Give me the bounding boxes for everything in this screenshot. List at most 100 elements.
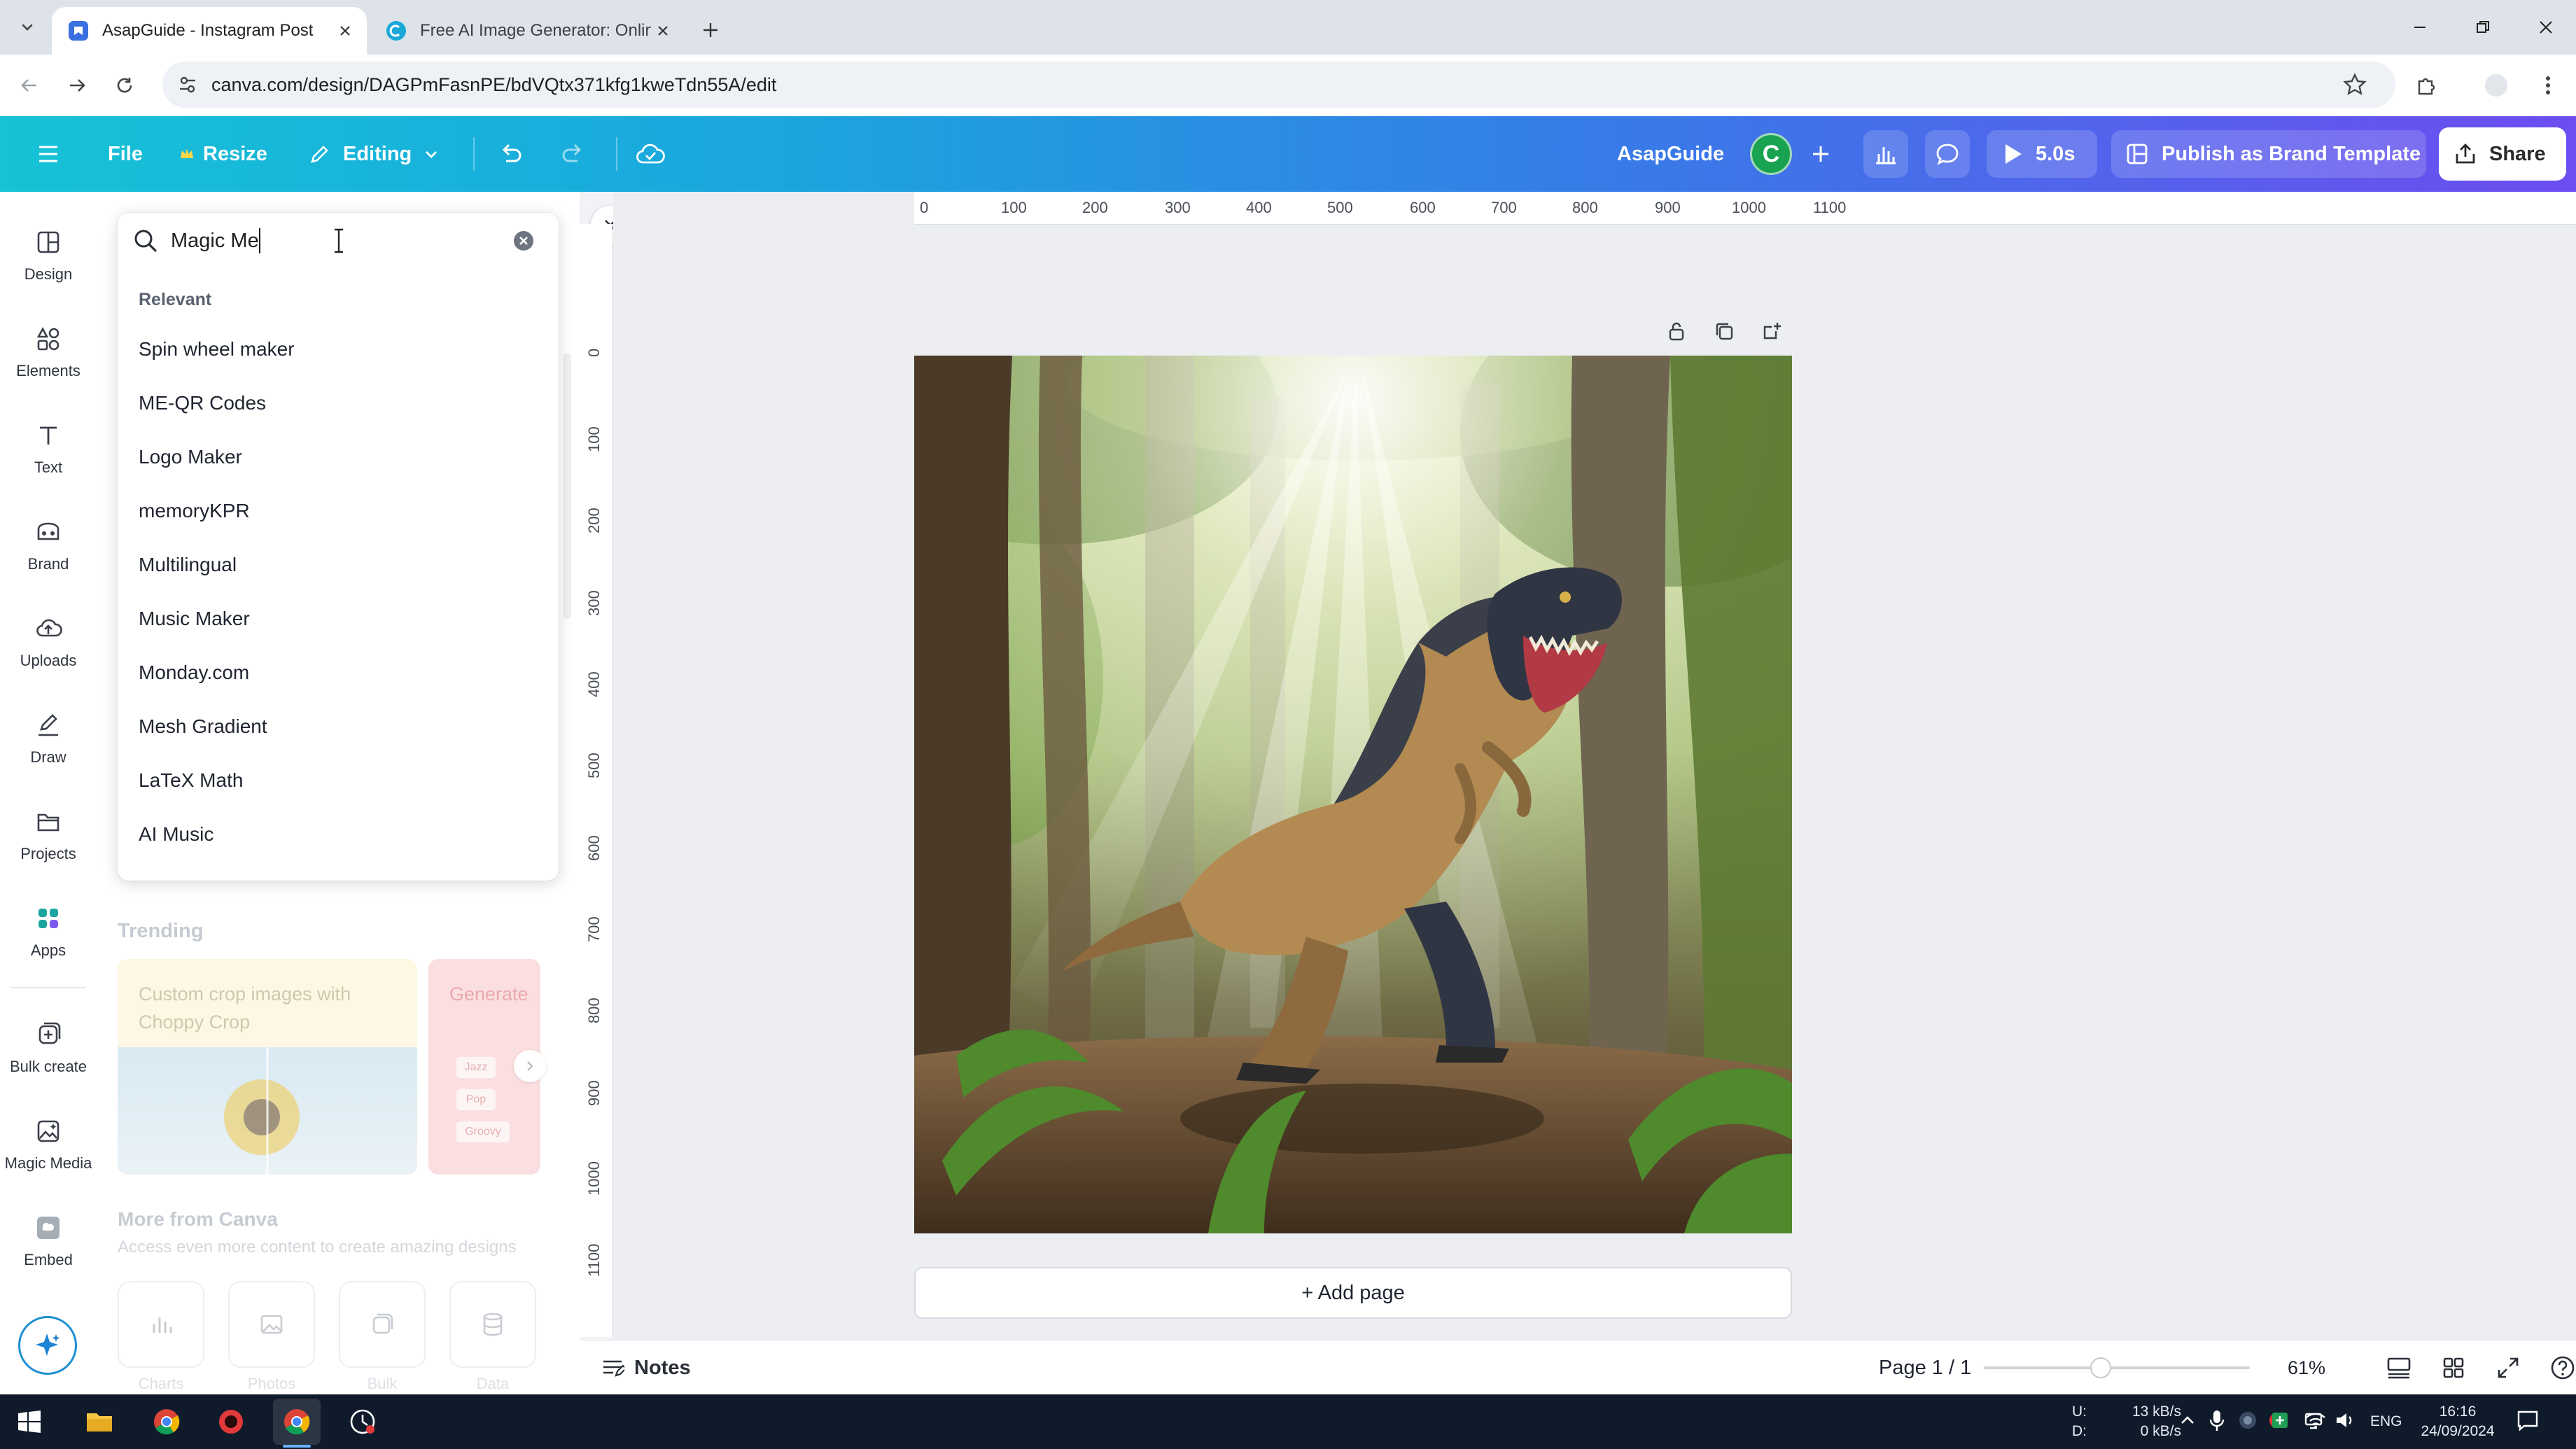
more-item-charts[interactable] [118,1281,204,1368]
add-page-top-button[interactable] [1756,315,1788,347]
redo-button[interactable] [554,135,592,173]
comment-icon [1934,141,1961,167]
browser-tab[interactable]: Free AI Image Generator: Onlin [370,7,685,55]
panel-scrollbar[interactable] [563,353,571,619]
input-language[interactable]: ENG [2370,1413,2402,1431]
ruler-label: 200 [585,507,603,533]
taskbar-file-explorer[interactable] [76,1399,123,1445]
clock-date[interactable]: 24/09/2024 [2412,1422,2503,1441]
canva-assistant-button[interactable] [18,1316,77,1375]
tray-app-icon[interactable] [2237,1410,2258,1431]
share-button[interactable]: Share [2439,127,2566,181]
comments-button[interactable] [1925,130,1970,178]
tab-search-button[interactable] [10,10,45,45]
more-item-bulk[interactable] [339,1281,426,1368]
zoom-percentage[interactable]: 61% [2288,1340,2325,1395]
carousel-next-button[interactable] [514,1050,546,1082]
invite-button[interactable] [1802,135,1840,173]
clock-time[interactable]: 16:16 [2419,1403,2496,1421]
resize-button[interactable]: Resize [179,116,267,192]
page-indicator[interactable]: Page 1 / 1 [1879,1340,1971,1395]
rail-item-text[interactable]: Text [0,405,97,489]
more-from-canva-subtitle: Access even more content to create amazi… [118,1238,517,1256]
minimize-button[interactable] [2388,7,2451,48]
taskbar-clock-app[interactable] [339,1399,386,1445]
design-title[interactable]: AsapGuide [1617,116,1724,192]
bookmark-star-icon[interactable] [2342,72,2367,97]
browser-tab-active[interactable]: AsapGuide - Instagram Post [52,7,367,55]
start-button[interactable] [6,1399,53,1445]
rail-item-bulk-create[interactable]: Bulk create [0,1004,97,1088]
tray-overflow-chevron-icon[interactable] [2177,1410,2198,1431]
close-tab-icon[interactable] [333,19,357,43]
present-button[interactable]: 5.0s [1987,130,2097,178]
apps-search-dropdown: Magic Me Relevant Spin wheel maker ME-QR… [118,213,559,881]
taskbar-chrome-active[interactable] [273,1399,321,1445]
notification-center-icon[interactable] [2516,1408,2540,1432]
rail-item-embed[interactable]: Embed [0,1197,97,1281]
microphone-icon[interactable] [2208,1408,2226,1434]
zoom-slider-handle[interactable] [2090,1357,2112,1378]
site-info-icon[interactable] [176,74,199,96]
more-item-photos[interactable] [228,1281,315,1368]
suggestion-item[interactable]: Multilingual [139,538,538,592]
close-window-button[interactable] [2514,7,2576,48]
extensions-button[interactable] [2408,67,2444,104]
uploads-icon [29,610,67,648]
ruler-label: 1000 [1732,199,1766,216]
help-button[interactable] [2547,1352,2576,1384]
suggestion-item[interactable]: Music Maker [139,592,538,645]
undo-button[interactable] [491,135,529,173]
grid-view-button[interactable] [2437,1352,2470,1384]
taskbar-recorder[interactable] [207,1399,255,1445]
suggestion-item[interactable]: Spin wheel maker [139,323,538,376]
add-page-button[interactable]: + Add page [914,1267,1792,1319]
duplicate-page-button[interactable] [1708,315,1740,347]
publish-brand-template-button[interactable]: Publish as Brand Template [2111,130,2426,178]
apps-search-input[interactable]: Magic Me [118,213,559,269]
rail-item-uploads[interactable]: Uploads [0,598,97,682]
address-bar[interactable]: canva.com/design/DAGPmFasnPE/bdVQtx371kf… [162,62,2395,108]
back-button[interactable] [11,67,48,104]
suggestion-item[interactable]: memoryKPR [139,484,538,538]
lock-page-button[interactable] [1660,315,1693,347]
notes-button[interactable]: Notes [601,1340,691,1395]
trending-card-choppy-crop[interactable]: Custom crop images with Choppy Crop [118,959,417,1175]
suggestion-item[interactable]: LaTeX Math [139,754,538,807]
rail-item-draw[interactable]: Draw [0,694,97,778]
fullscreen-button[interactable] [2492,1352,2524,1384]
suggestion-item[interactable]: Mesh Gradient [139,700,538,753]
wifi-icon[interactable] [2304,1410,2327,1431]
browser-menu-button[interactable] [2530,67,2566,104]
taskbar-chrome[interactable] [143,1399,190,1445]
rail-item-apps[interactable]: Apps [0,888,97,972]
rail-item-magic-media[interactable]: Magic Media [0,1100,97,1184]
insights-button[interactable] [1863,130,1908,178]
rail-item-brand[interactable]: Brand [0,501,97,585]
close-tab-icon[interactable] [651,19,675,43]
new-tab-button[interactable] [693,13,728,48]
suggestion-item[interactable]: AI Music [139,808,538,861]
suggestion-item[interactable]: ME-QR Codes [139,377,538,430]
user-avatar[interactable]: C [1750,133,1792,175]
reload-button[interactable] [106,67,143,104]
save-status-button[interactable] [631,135,669,173]
file-menu-button[interactable]: File [108,116,143,192]
rail-item-projects[interactable]: Projects [0,791,97,875]
volume-icon[interactable] [2334,1410,2356,1431]
design-page-image-trex-forest[interactable] [914,356,1792,1233]
clear-search-button[interactable] [511,228,536,253]
main-menu-button[interactable] [29,135,67,173]
page-view-button[interactable] [2383,1352,2415,1384]
tray-app-green-icon[interactable] [2269,1410,2290,1431]
rail-item-design[interactable]: Design [0,211,97,295]
more-item-data[interactable] [449,1281,536,1368]
suggestion-item[interactable]: Monday.com [139,646,538,699]
zoom-slider[interactable] [1984,1366,2250,1369]
forward-button[interactable] [59,67,95,104]
profile-button[interactable] [2478,67,2514,104]
rail-item-elements[interactable]: Elements [0,308,97,392]
restore-button[interactable] [2451,7,2514,48]
suggestion-item[interactable]: Logo Maker [139,430,538,484]
editing-mode-dropdown[interactable]: Editing [308,116,440,192]
